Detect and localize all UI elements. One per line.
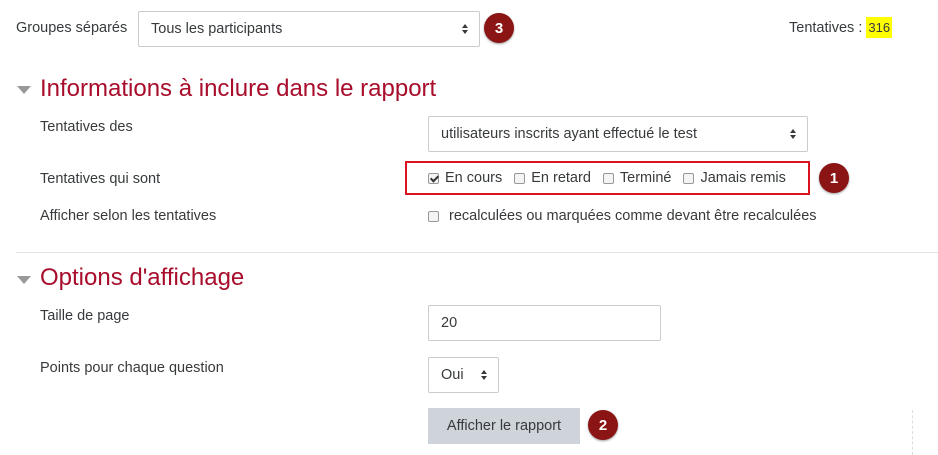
attempts-label: Tentatives : — [789, 20, 867, 36]
state-label: Terminé — [619, 170, 672, 186]
marks-value: Oui — [441, 367, 464, 383]
state-in-progress[interactable]: En cours — [428, 170, 502, 186]
regrade-option-label: recalculées ou marquées comme devant êtr… — [449, 208, 817, 224]
marks-select[interactable]: Oui — [428, 357, 499, 393]
attempts-count[interactable]: 316 — [866, 17, 893, 38]
state-overdue[interactable]: En retard — [514, 170, 591, 186]
checkbox-never-submitted[interactable] — [683, 172, 695, 184]
checkbox-in-progress[interactable] — [428, 172, 439, 184]
select-arrows-icon — [790, 129, 796, 139]
checkbox-regrade[interactable] — [428, 210, 439, 222]
attempts-summary: Tentatives : 316 — [789, 17, 893, 38]
collapse-toggle-icon[interactable] — [17, 86, 31, 94]
section-title-display: Options d'affichage — [40, 264, 245, 291]
marks-label: Points pour chaque question — [40, 360, 224, 376]
badge-1: 1 — [819, 163, 849, 193]
attempts-state-label: Tentatives qui sont — [40, 171, 161, 187]
badge-3: 3 — [484, 13, 514, 43]
page-size-label: Taille de page — [40, 308, 130, 324]
state-finished[interactable]: Terminé — [602, 170, 672, 186]
attempts-from-value: utilisateurs inscrits ayant effectué le … — [441, 126, 698, 142]
group-label: Groupes séparés — [16, 20, 128, 36]
select-arrows-icon — [462, 24, 468, 34]
checkbox-overdue[interactable] — [514, 172, 526, 184]
checkbox-finished[interactable] — [602, 172, 614, 184]
select-arrows-icon — [481, 370, 487, 380]
regrade-label: Afficher selon les tentatives — [40, 208, 217, 224]
page-size-value: 20 — [441, 315, 458, 331]
collapse-toggle-icon[interactable] — [17, 276, 31, 284]
page-size-input[interactable]: 20 — [428, 305, 661, 341]
badge-2: 2 — [588, 410, 618, 440]
right-edge-line — [912, 410, 914, 455]
attempts-from-select[interactable]: utilisateurs inscrits ayant effectué le … — [428, 116, 808, 152]
attempts-state-group: En cours En retard Terminé Jamais remis — [428, 170, 786, 186]
attempts-from-label: Tentatives des — [40, 119, 133, 135]
group-select-value: Tous les participants — [151, 21, 283, 37]
show-report-button[interactable]: Afficher le rapport — [428, 408, 580, 444]
state-never-submitted[interactable]: Jamais remis — [683, 170, 786, 186]
regrade-option[interactable]: recalculées ou marquées comme devant êtr… — [428, 208, 817, 224]
state-label: En retard — [531, 170, 591, 186]
state-label: Jamais remis — [700, 170, 786, 186]
state-label: En cours — [445, 170, 503, 186]
section-title-report: Informations à inclure dans le rapport — [40, 75, 437, 102]
group-select[interactable]: Tous les participants — [138, 11, 480, 47]
section-divider — [16, 252, 938, 253]
